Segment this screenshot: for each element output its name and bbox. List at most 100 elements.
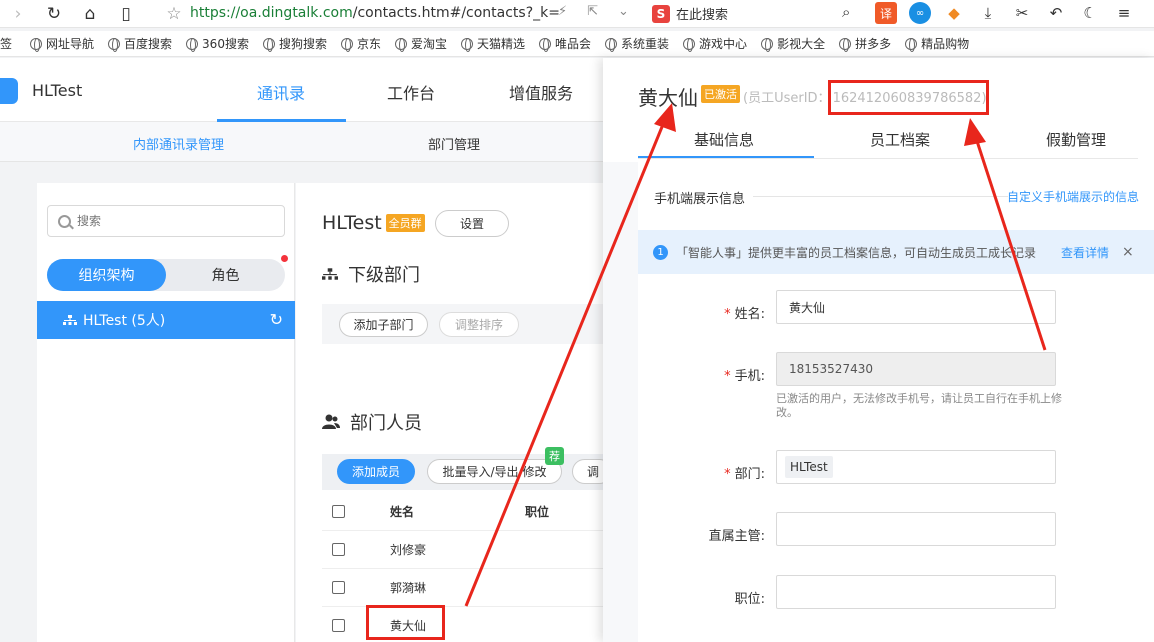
sub-department-title: 下级部门 — [348, 265, 420, 286]
activated-badge: 已激活 — [701, 85, 740, 103]
close-icon[interactable]: × — [1122, 244, 1134, 260]
employee-name: 黄大仙 — [638, 86, 698, 110]
bookmark-item[interactable]: 搜狗搜索 — [262, 35, 327, 52]
menu-icon[interactable]: ≡ — [1113, 2, 1135, 24]
lightning-icon[interactable]: ⚡ — [558, 4, 567, 19]
phone-label: * 手机: — [724, 369, 765, 384]
member-name[interactable]: 郭漪琳 — [390, 579, 426, 596]
bookmark-label: 天猫精选 — [477, 37, 526, 51]
settings-button[interactable]: 设置 — [435, 210, 509, 237]
role-toggle[interactable]: 角色 — [166, 259, 285, 291]
tab-contacts[interactable]: 通讯录 — [257, 80, 305, 104]
forward-icon[interactable]: › — [0, 0, 36, 28]
tab-basic-info[interactable]: 基础信息 — [694, 129, 754, 150]
user-id-label: (员工UserID： — [743, 91, 831, 106]
name-field[interactable]: 黄大仙 — [776, 290, 1056, 324]
translate-icon[interactable]: 译 — [875, 2, 897, 24]
reader-icon[interactable]: ▯ — [108, 0, 144, 28]
bookmark-item[interactable]: 游戏中心 — [683, 35, 747, 52]
home-icon[interactable]: ⌂ — [72, 0, 108, 28]
extension-icons: 译 ∞ ◆ ⤓ ✂ ↶ ☾ ≡ — [875, 2, 1135, 24]
globe-icon — [539, 37, 552, 52]
member-name[interactable]: 刘修豪 — [390, 541, 426, 558]
browser-search[interactable]: S 在此搜索 — [652, 4, 728, 23]
refresh-icon[interactable]: ↻ — [36, 0, 72, 28]
bookmarks-bar: 签 网址导航 百度搜索 360搜索 搜狗搜索 京东 爱淘宝 天猫精选 唯品会 系… — [0, 31, 1154, 57]
add-member-button[interactable]: 添加成员 — [337, 459, 415, 484]
globe-icon — [30, 37, 43, 52]
smart-hr-notice: 1 「智能人事」提供更丰富的员工档案信息，可自动生成员工成长记录 查看详情 × — [638, 230, 1154, 274]
url-path: /contacts.htm#/contacts?_k= — [352, 5, 560, 21]
members-title: 部门人员 — [350, 413, 422, 434]
download-icon[interactable]: ⤓ — [977, 2, 999, 24]
dingtalk-logo-icon — [0, 78, 18, 104]
add-sub-department-button[interactable]: 添加子部门 — [339, 312, 428, 337]
all-staff-group-badge: 全员群 — [385, 214, 425, 232]
department-tag[interactable]: HLTest — [785, 456, 833, 478]
bookmark-item[interactable]: 爱淘宝 — [394, 35, 447, 52]
bookmark-item[interactable]: 天猫精选 — [461, 35, 525, 52]
bookmark-label: 唯品会 — [555, 37, 592, 51]
bookmark-item[interactable]: 系统重装 — [605, 35, 669, 52]
row-checkbox[interactable] — [332, 581, 345, 594]
sub-department-heading: 下级部门 — [322, 261, 420, 287]
department-label-text: 部门: — [734, 467, 765, 482]
bookmark-label: 游戏中心 — [699, 37, 748, 51]
share-icon[interactable]: ⇱ — [587, 4, 598, 19]
org-sidebar: 组织架构 角色 HLTest (5人) ↻ — [37, 183, 295, 642]
bookmark-item[interactable]: 百度搜索 — [108, 35, 172, 52]
gamepad-icon[interactable]: ◆ — [943, 2, 965, 24]
globe-icon — [683, 37, 696, 52]
table-row[interactable]: 黄大仙 — [322, 607, 606, 642]
row-checkbox[interactable] — [332, 619, 345, 632]
view-details-link[interactable]: 查看详情 — [1061, 244, 1109, 261]
address-bar[interactable]: https://oa.dingtalk.com/contacts.htm#/co… — [190, 5, 560, 21]
refresh-icon[interactable]: ↻ — [270, 310, 283, 329]
manager-field[interactable] — [776, 512, 1056, 546]
batch-import-export-button[interactable]: 批量导入/导出/修改 — [427, 459, 562, 484]
bookmark-item[interactable]: 网址导航 — [30, 35, 94, 52]
bookmark-item[interactable]: 签 — [0, 35, 12, 52]
tabs-baseline — [638, 158, 1138, 159]
undo-icon[interactable]: ↶ — [1045, 2, 1067, 24]
subnav-internal-contacts[interactable]: 内部通讯录管理 — [133, 134, 224, 153]
row-checkbox[interactable] — [332, 543, 345, 556]
select-all-checkbox[interactable] — [332, 505, 345, 518]
contact-search-input[interactable] — [77, 214, 257, 228]
tree-item-root[interactable]: HLTest (5人) ↻ — [37, 301, 295, 339]
table-row[interactable]: 刘修豪 — [322, 531, 606, 569]
tab-employee-file[interactable]: 员工档案 — [870, 129, 930, 150]
url-host: https://oa.dingtalk.com — [190, 5, 353, 21]
bookmark-label: 搜狗搜索 — [278, 37, 327, 51]
bookmark-item[interactable]: 京东 — [340, 35, 381, 52]
table-row[interactable]: 郭漪琳 — [322, 569, 606, 607]
search-icon[interactable]: ⌕ — [842, 3, 850, 21]
position-field[interactable] — [776, 575, 1056, 609]
star-icon[interactable]: ☆ — [156, 0, 192, 28]
tab-workbench[interactable]: 工作台 — [387, 80, 435, 104]
adjust-order-button[interactable]: 调整排序 — [439, 312, 519, 337]
moon-icon[interactable]: ☾ — [1079, 2, 1101, 24]
bookmark-label: 影视大全 — [777, 37, 826, 51]
bookmark-item[interactable]: 360搜索 — [186, 35, 249, 52]
infinity-icon[interactable]: ∞ — [909, 2, 931, 24]
notification-dot — [281, 255, 288, 262]
bookmark-label: 拼多多 — [855, 37, 892, 51]
tab-attendance[interactable]: 假勤管理 — [1046, 129, 1106, 150]
recommend-badge: 荐 — [545, 447, 564, 465]
customize-display-link[interactable]: 自定义手机端展示的信息 — [1007, 188, 1139, 205]
search-icon — [58, 214, 71, 228]
bookmark-item[interactable]: 拼多多 — [839, 35, 891, 52]
globe-icon — [761, 37, 774, 52]
department-field[interactable]: HLTest — [776, 450, 1056, 484]
name-label-text: 姓名: — [734, 307, 765, 322]
contact-search-field[interactable] — [47, 205, 285, 237]
bookmark-item[interactable]: 唯品会 — [539, 35, 591, 52]
subnav-dept-management[interactable]: 部门管理 — [428, 134, 480, 153]
chevron-down-icon[interactable]: ⌄ — [618, 4, 629, 19]
org-structure-toggle[interactable]: 组织架构 — [47, 259, 166, 291]
tab-value-added[interactable]: 增值服务 — [509, 80, 573, 104]
bookmark-item[interactable]: 影视大全 — [761, 35, 825, 52]
scissors-icon[interactable]: ✂ — [1011, 2, 1033, 24]
bookmark-item[interactable]: 精品购物 — [905, 35, 969, 52]
